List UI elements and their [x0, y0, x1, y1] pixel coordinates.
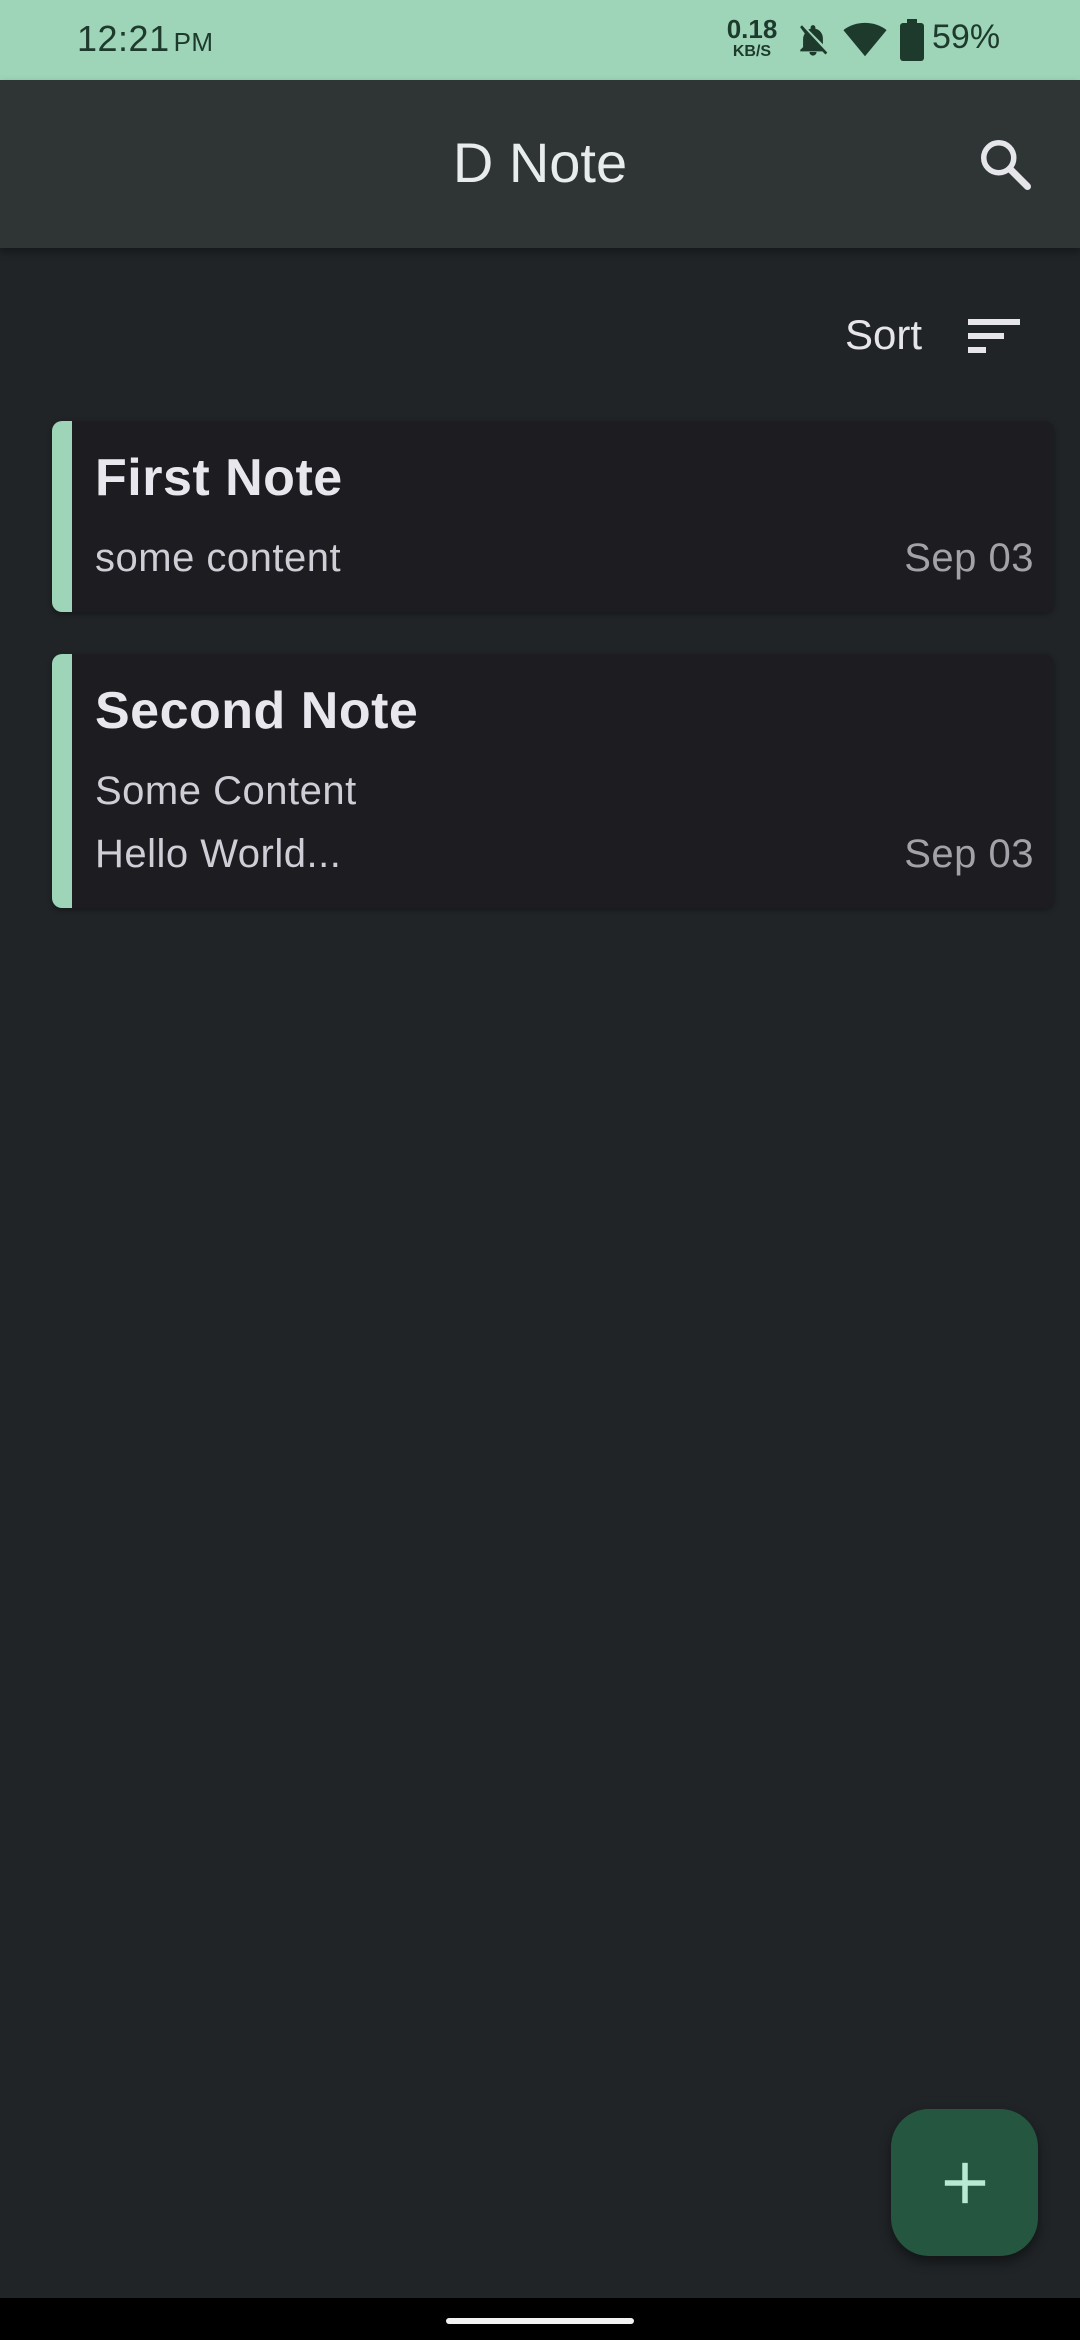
app-bar: D Note: [0, 80, 1080, 248]
note-accent-bar: [52, 421, 72, 612]
note-title: Second Note: [95, 682, 419, 740]
sort-label: Sort: [844, 311, 922, 358]
network-speed-unit: KB/S: [732, 43, 772, 60]
note-title: First Note: [95, 449, 343, 507]
status-bar: 12:21 PM 0.18 KB/S 59%: [0, 0, 1080, 80]
status-time: 12:21 PM: [77, 18, 214, 60]
gesture-handle[interactable]: [446, 2318, 634, 2324]
note-content-line: Hello World...: [95, 832, 342, 876]
wifi-icon: [843, 22, 887, 63]
page-title: D Note: [452, 131, 628, 194]
network-speed: 0.18 KB/S: [722, 16, 782, 60]
add-note-button[interactable]: [891, 2109, 1038, 2256]
plus-icon: [944, 2162, 985, 2203]
battery-percentage: 59%: [932, 18, 1001, 56]
bell-off-icon: [796, 20, 830, 65]
note-date: Sep 03: [904, 832, 1034, 876]
battery-icon: [900, 19, 924, 66]
status-time-ampm: PM: [173, 27, 214, 57]
search-button[interactable]: [975, 134, 1035, 194]
status-time-value: 12:21: [77, 18, 170, 59]
sort-button[interactable]: Sort: [845, 305, 1020, 365]
sort-icon: [968, 319, 1020, 353]
note-card[interactable]: Second Note Some Content Hello World... …: [52, 654, 1054, 908]
note-content-line: some content: [95, 536, 342, 580]
network-speed-value: 0.18: [726, 14, 778, 44]
note-content-line: Some Content: [95, 769, 357, 813]
note-date: Sep 03: [904, 536, 1034, 580]
note-accent-bar: [52, 654, 72, 908]
search-icon: [981, 140, 1031, 190]
note-card[interactable]: First Note some content Sep 03: [52, 421, 1054, 612]
navigation-bar: [0, 2298, 1080, 2340]
